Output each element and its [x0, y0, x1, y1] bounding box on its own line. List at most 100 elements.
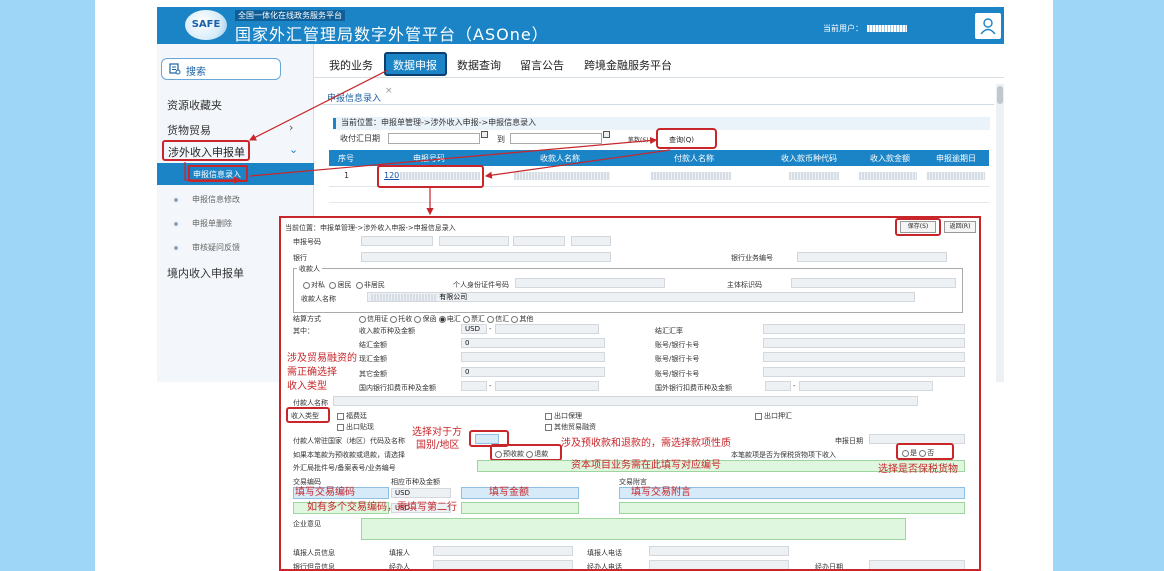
domestic-fee-amount[interactable]	[495, 381, 599, 391]
handler-phone-field[interactable]	[649, 560, 789, 569]
close-icon[interactable]: ×	[385, 86, 393, 96]
foreign-fee-currency[interactable]	[765, 381, 791, 391]
sidebar-search[interactable]: 搜索	[161, 58, 281, 80]
personal-id-field[interactable]	[515, 278, 665, 288]
prepay-radios[interactable]: 预收款 退款	[495, 449, 548, 459]
radio-nonresident-label: 非居民	[363, 281, 385, 289]
income-currency-label: 收入款币种及金额	[359, 327, 415, 335]
filler-field[interactable]	[433, 546, 573, 556]
payee-name-field[interactable]: 有限公司	[367, 292, 915, 302]
payer-name-field[interactable]	[333, 396, 918, 406]
foreign-fee-amount[interactable]	[799, 381, 933, 391]
sidebar-subitem-delete[interactable]: 申报单删除	[192, 218, 232, 229]
radio-lc[interactable]	[359, 315, 366, 323]
settlement-radios[interactable]: 信用证 托收 保函 电汇 票汇 信汇 其他	[359, 314, 533, 324]
radio-bonded-no[interactable]	[919, 449, 927, 457]
payee-group	[293, 268, 963, 313]
trade-currency-1[interactable]: USD	[391, 488, 451, 498]
radio-tt[interactable]	[438, 315, 446, 323]
back-button[interactable]: 返回(R)	[944, 221, 976, 233]
save-button[interactable]: 保存(S)	[900, 221, 936, 233]
row-no: 1	[344, 171, 350, 180]
opinion-textarea[interactable]	[361, 518, 906, 540]
sidebar-search-label: 搜索	[186, 67, 206, 78]
report-no-field-2[interactable]	[439, 236, 509, 246]
account-2-field[interactable]	[763, 352, 965, 362]
user-avatar-button[interactable]	[975, 13, 1001, 39]
radio-collection[interactable]	[390, 315, 398, 323]
checkbox-negotiation[interactable]	[755, 412, 762, 420]
checkbox-forfaiting[interactable]	[337, 412, 344, 420]
scrollbar[interactable]	[996, 84, 1004, 382]
income-type-factoring[interactable]: 出口保理	[545, 411, 582, 421]
radio-bonded-yes-label: 是	[910, 449, 917, 457]
currency-field[interactable]: USD	[461, 324, 487, 334]
report-no-field-3[interactable]	[513, 236, 565, 246]
calendar-icon[interactable]	[603, 131, 610, 138]
income-type-negotiation[interactable]: 出口押汇	[755, 411, 792, 421]
scrollbar-thumb[interactable]	[997, 86, 1003, 104]
bank-biz-no-field[interactable]	[797, 252, 947, 262]
radio-nonresident[interactable]	[355, 281, 363, 289]
income-type-discount[interactable]: 出口贴现	[337, 422, 374, 432]
sidebar-subitem-feedback[interactable]: 审核疑问反馈	[192, 242, 240, 253]
checkbox-discount[interactable]	[337, 423, 344, 431]
date-to-input[interactable]	[510, 133, 602, 144]
account-1-field[interactable]	[763, 338, 965, 348]
income-amount-field[interactable]	[495, 324, 599, 334]
radio-private[interactable]	[303, 281, 310, 289]
income-type-other-finance[interactable]: 其他贸易融资	[545, 422, 596, 432]
handle-date-field[interactable]	[869, 560, 965, 569]
radio-bonded-yes[interactable]	[902, 449, 909, 457]
radio-mail[interactable]	[487, 315, 495, 323]
tab-announcements[interactable]: 留言公告	[520, 57, 564, 73]
income-type-forfaiting[interactable]: 福费廷	[337, 411, 367, 421]
spot-amount-field[interactable]	[461, 352, 605, 362]
radio-guarantee-label: 保函	[422, 315, 437, 323]
trade-amount-field-2[interactable]	[461, 502, 579, 514]
dash-2: -	[489, 382, 492, 390]
report-no-field-4[interactable]	[571, 236, 611, 246]
col-payee: 收款人名称	[540, 154, 580, 163]
radio-prepay[interactable]	[495, 450, 502, 458]
radio-resident[interactable]	[329, 281, 337, 289]
payer-country-field[interactable]	[475, 434, 499, 444]
bonded-radios[interactable]: 是 否	[902, 448, 934, 458]
domestic-fee-currency[interactable]	[461, 381, 487, 391]
query-button[interactable]: 查询(Q)	[656, 128, 717, 149]
radio-guarantee[interactable]	[414, 315, 422, 323]
report-no-field-1[interactable]	[361, 236, 433, 246]
tab-data-query[interactable]: 数据查询	[457, 57, 501, 73]
tab-cross-border[interactable]: 跨境金融服务平台	[584, 57, 672, 73]
sidebar-subitem-entry[interactable]: 申报信息录入	[157, 163, 314, 185]
sidebar-item-goods-trade[interactable]: 货物贸易	[167, 122, 211, 138]
sidebar-item-foreign-income-label: 涉外收入申报单	[168, 146, 245, 159]
exchange-rate-field[interactable]	[763, 324, 965, 334]
filler-phone-field[interactable]	[649, 546, 789, 556]
sidebar-item-favorites[interactable]: 资源收藏夹	[167, 97, 222, 113]
search-icon	[169, 63, 181, 75]
calendar-icon[interactable]	[481, 131, 488, 138]
sidebar-subitem-modify[interactable]: 申报信息修改	[192, 194, 240, 205]
entity-code-field[interactable]	[791, 278, 956, 288]
handler-field[interactable]	[433, 560, 573, 569]
settle-amount-field[interactable]: 0	[461, 338, 605, 348]
payee-type-radios[interactable]: 对私 居民 非居民	[303, 280, 385, 290]
bank-field[interactable]	[361, 252, 611, 262]
other-amount-field[interactable]: 0	[461, 367, 605, 377]
page-tab-entry[interactable]: 申报信息录入	[327, 91, 381, 104]
tab-data-declaration[interactable]: 数据申报	[384, 52, 447, 76]
account-3-field[interactable]	[763, 367, 965, 377]
sidebar-item-domestic-income[interactable]: 境内收入申报单	[167, 265, 244, 281]
radio-refund[interactable]	[526, 450, 534, 458]
radio-other[interactable]	[511, 315, 519, 323]
radio-draft[interactable]	[462, 315, 470, 323]
checkbox-other-finance[interactable]	[545, 423, 552, 431]
tab-my-business[interactable]: 我的业务	[329, 57, 373, 73]
date-from-input[interactable]	[388, 133, 480, 144]
trade-note-field-2[interactable]	[619, 502, 965, 514]
sidebar-item-foreign-income[interactable]: 涉外收入申报单	[162, 140, 250, 161]
settlement-label: 结算方式	[293, 315, 321, 323]
checkbox-factoring[interactable]	[545, 412, 552, 420]
account-3-label: 账号/银行卡号	[655, 370, 700, 378]
